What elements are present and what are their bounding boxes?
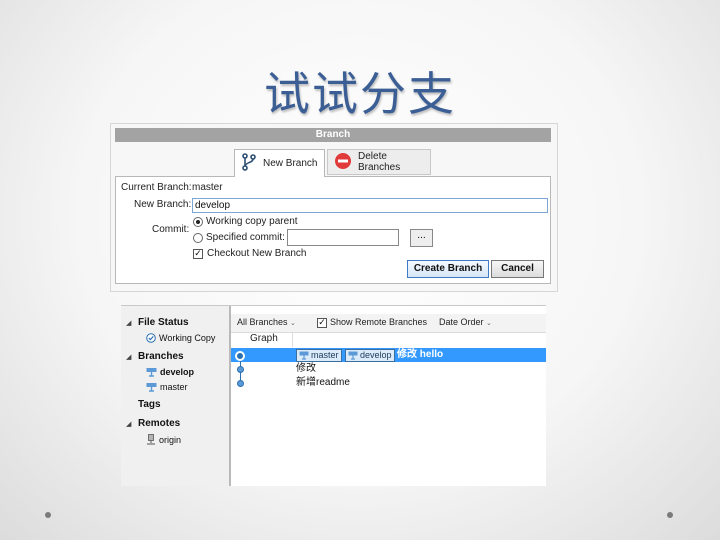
sidebar-file-status[interactable]: File Status bbox=[138, 317, 189, 328]
graph-column-header[interactable]: Graph bbox=[231, 333, 293, 347]
cancel-button[interactable]: Cancel bbox=[491, 260, 544, 278]
tab-delete-branches-label: Delete Branches bbox=[358, 151, 401, 173]
server-icon bbox=[147, 434, 155, 445]
branch-tag-label: master bbox=[311, 350, 339, 360]
commit-row[interactable]: master develop 修改 hello bbox=[231, 348, 546, 362]
dialog-title: Branch bbox=[115, 128, 551, 142]
current-branch-label: Current Branch: bbox=[121, 182, 192, 193]
commit-message: 修改 hello bbox=[397, 349, 444, 360]
sidebar-branches[interactable]: Branches bbox=[138, 351, 184, 362]
tab-new-branch[interactable]: New Branch bbox=[234, 149, 325, 177]
collapse-triangle-icon[interactable]: ◢ bbox=[126, 353, 131, 361]
working-copy-parent-radio[interactable] bbox=[193, 217, 203, 227]
commit-row[interactable]: 新增readme bbox=[231, 376, 546, 390]
specified-commit-label: Specified commit: bbox=[206, 232, 285, 243]
commit-message: 新增readme bbox=[296, 377, 350, 388]
branches-filter-dropdown[interactable]: All Branches ⌄ bbox=[237, 317, 296, 327]
sidebar-item-develop[interactable]: develop bbox=[146, 367, 194, 377]
branch-icon bbox=[146, 383, 157, 392]
sidebar-origin-label: origin bbox=[159, 434, 182, 445]
nav-dot-left bbox=[45, 512, 51, 518]
new-branch-input[interactable]: develop bbox=[192, 198, 548, 213]
branches-filter-label: All Branches bbox=[237, 317, 288, 327]
repository-window: ◢ File Status Working Copy ◢ Branches de… bbox=[121, 305, 546, 486]
branch-dialog: Branch New Branch Delete Branches Curren… bbox=[110, 123, 558, 292]
order-dropdown[interactable]: Date Order ⌄ bbox=[439, 317, 492, 327]
slide-title: 试试分支 bbox=[264, 67, 456, 121]
sidebar-item-master[interactable]: master bbox=[146, 382, 188, 392]
new-branch-label: New Branch: bbox=[134, 199, 192, 210]
branch-icon bbox=[299, 351, 309, 360]
sidebar-item-working-copy[interactable]: Working Copy bbox=[146, 333, 215, 343]
show-remote-label: Show Remote Branches bbox=[330, 317, 428, 327]
branch-tag-label: develop bbox=[360, 350, 392, 360]
collapse-triangle-icon[interactable]: ◢ bbox=[126, 420, 131, 428]
branch-tag-develop: develop bbox=[345, 349, 395, 362]
sidebar-develop-label: develop bbox=[160, 367, 195, 377]
specified-commit-input[interactable] bbox=[287, 229, 399, 246]
check-circle-icon bbox=[146, 333, 156, 343]
sidebar-working-copy-label: Working Copy bbox=[159, 333, 216, 343]
sidebar: ◢ File Status Working Copy ◢ Branches de… bbox=[121, 306, 231, 486]
commit-row[interactable]: 修改 bbox=[231, 362, 546, 376]
branch-icon bbox=[241, 153, 257, 174]
sidebar-tags[interactable]: Tags bbox=[138, 399, 161, 410]
commit-node bbox=[235, 351, 245, 361]
branch-tag-master: master bbox=[296, 349, 342, 362]
sidebar-remotes[interactable]: Remotes bbox=[138, 418, 180, 429]
tab-delete-branches[interactable]: Delete Branches bbox=[327, 149, 431, 175]
commit-node bbox=[237, 366, 244, 373]
commit-message: 修改 bbox=[296, 363, 316, 374]
branch-icon bbox=[348, 351, 358, 360]
commit-label: Commit: bbox=[152, 224, 190, 235]
checkout-label: Checkout New Branch bbox=[207, 248, 307, 259]
chevron-down-icon: ⌄ bbox=[486, 320, 492, 327]
sidebar-master-label: master bbox=[160, 382, 188, 392]
working-copy-parent-label: Working copy parent bbox=[206, 216, 298, 227]
branch-icon bbox=[146, 368, 157, 377]
delete-icon bbox=[334, 152, 352, 173]
current-branch-value: master bbox=[192, 182, 223, 193]
commit-node bbox=[237, 380, 244, 387]
order-label: Date Order bbox=[439, 317, 484, 327]
show-remote-checkbox[interactable]: ✓ bbox=[317, 318, 327, 328]
tab-new-branch-label: New Branch bbox=[263, 158, 318, 169]
chevron-down-icon: ⌄ bbox=[290, 320, 296, 327]
create-branch-button[interactable]: Create Branch bbox=[407, 260, 489, 278]
sidebar-item-origin[interactable]: origin bbox=[146, 434, 181, 445]
specified-commit-radio[interactable] bbox=[193, 233, 203, 243]
checkout-checkbox[interactable]: ✓ bbox=[193, 249, 203, 259]
history-toolbar: All Branches ⌄ ✓ Show Remote Branches Da… bbox=[231, 314, 546, 333]
nav-dot-right bbox=[667, 512, 673, 518]
browse-commit-button[interactable]: ... bbox=[410, 229, 433, 247]
collapse-triangle-icon[interactable]: ◢ bbox=[126, 319, 131, 327]
